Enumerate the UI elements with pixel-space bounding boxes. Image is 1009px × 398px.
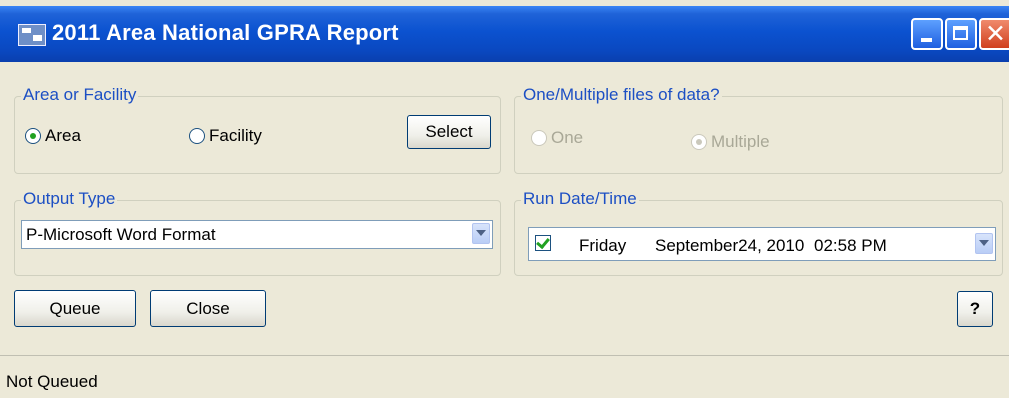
queue-button[interactable]: Queue	[14, 290, 136, 327]
help-button[interactable]: ?	[957, 291, 993, 327]
facility-radio-label[interactable]: Facility	[209, 126, 262, 146]
status-text: Not Queued	[6, 372, 98, 391]
area-facility-group: Area or Facility Area Facility Select	[14, 85, 501, 174]
run-time[interactable]: 02:58 PM	[814, 236, 887, 256]
minimize-button[interactable]	[911, 18, 943, 50]
maximize-icon	[953, 26, 968, 40]
output-type-select[interactable]: P-Microsoft Word Format	[21, 220, 493, 249]
report-window: 2011 Area National GPRA Report ✕ Area or…	[0, 0, 1009, 398]
run-datetime-legend: Run Date/Time	[521, 189, 639, 209]
title-bar[interactable]: 2011 Area National GPRA Report ✕	[0, 6, 1009, 62]
chevron-down-icon	[476, 230, 486, 236]
output-type-legend: Output Type	[21, 189, 118, 209]
run-datetime-picker[interactable]: Friday September24, 2010 02:58 PM	[528, 227, 996, 261]
area-radio[interactable]	[25, 128, 41, 144]
select-button[interactable]: Select	[407, 115, 491, 149]
output-type-dropdown-button[interactable]	[472, 223, 490, 244]
area-radio-label[interactable]: Area	[45, 126, 81, 146]
run-datetime-group: Run Date/Time Friday September24, 2010 0…	[514, 189, 1003, 276]
run-datetime-checkbox[interactable]	[535, 234, 551, 251]
minimize-icon	[921, 38, 932, 42]
window-title: 2011 Area National GPRA Report	[52, 20, 399, 45]
output-type-value: P-Microsoft Word Format	[26, 225, 216, 244]
one-radio[interactable]	[531, 130, 547, 146]
maximize-button[interactable]	[945, 18, 977, 50]
multiple-radio-label[interactable]: Multiple	[711, 132, 770, 152]
app-icon[interactable]	[18, 24, 46, 46]
facility-radio[interactable]	[189, 128, 205, 144]
run-datetime-dropdown-button[interactable]	[975, 233, 993, 254]
files-legend: One/Multiple files of data?	[521, 85, 722, 105]
one-radio-label[interactable]: One	[551, 128, 583, 148]
run-day[interactable]: Friday	[579, 236, 626, 256]
output-type-group: Output Type P-Microsoft Word Format	[14, 189, 501, 276]
area-facility-legend: Area or Facility	[21, 85, 139, 105]
close-window-button[interactable]: ✕	[979, 18, 1009, 50]
run-date[interactable]: September24, 2010	[655, 236, 804, 256]
multiple-radio[interactable]	[691, 134, 707, 150]
chevron-down-icon	[979, 240, 989, 246]
files-group: One/Multiple files of data? One Multiple	[514, 85, 1003, 174]
checkmark-icon	[536, 234, 550, 250]
close-icon: ✕	[985, 20, 1006, 48]
status-bar: Not Queued	[0, 355, 1009, 398]
close-button[interactable]: Close	[150, 290, 266, 327]
